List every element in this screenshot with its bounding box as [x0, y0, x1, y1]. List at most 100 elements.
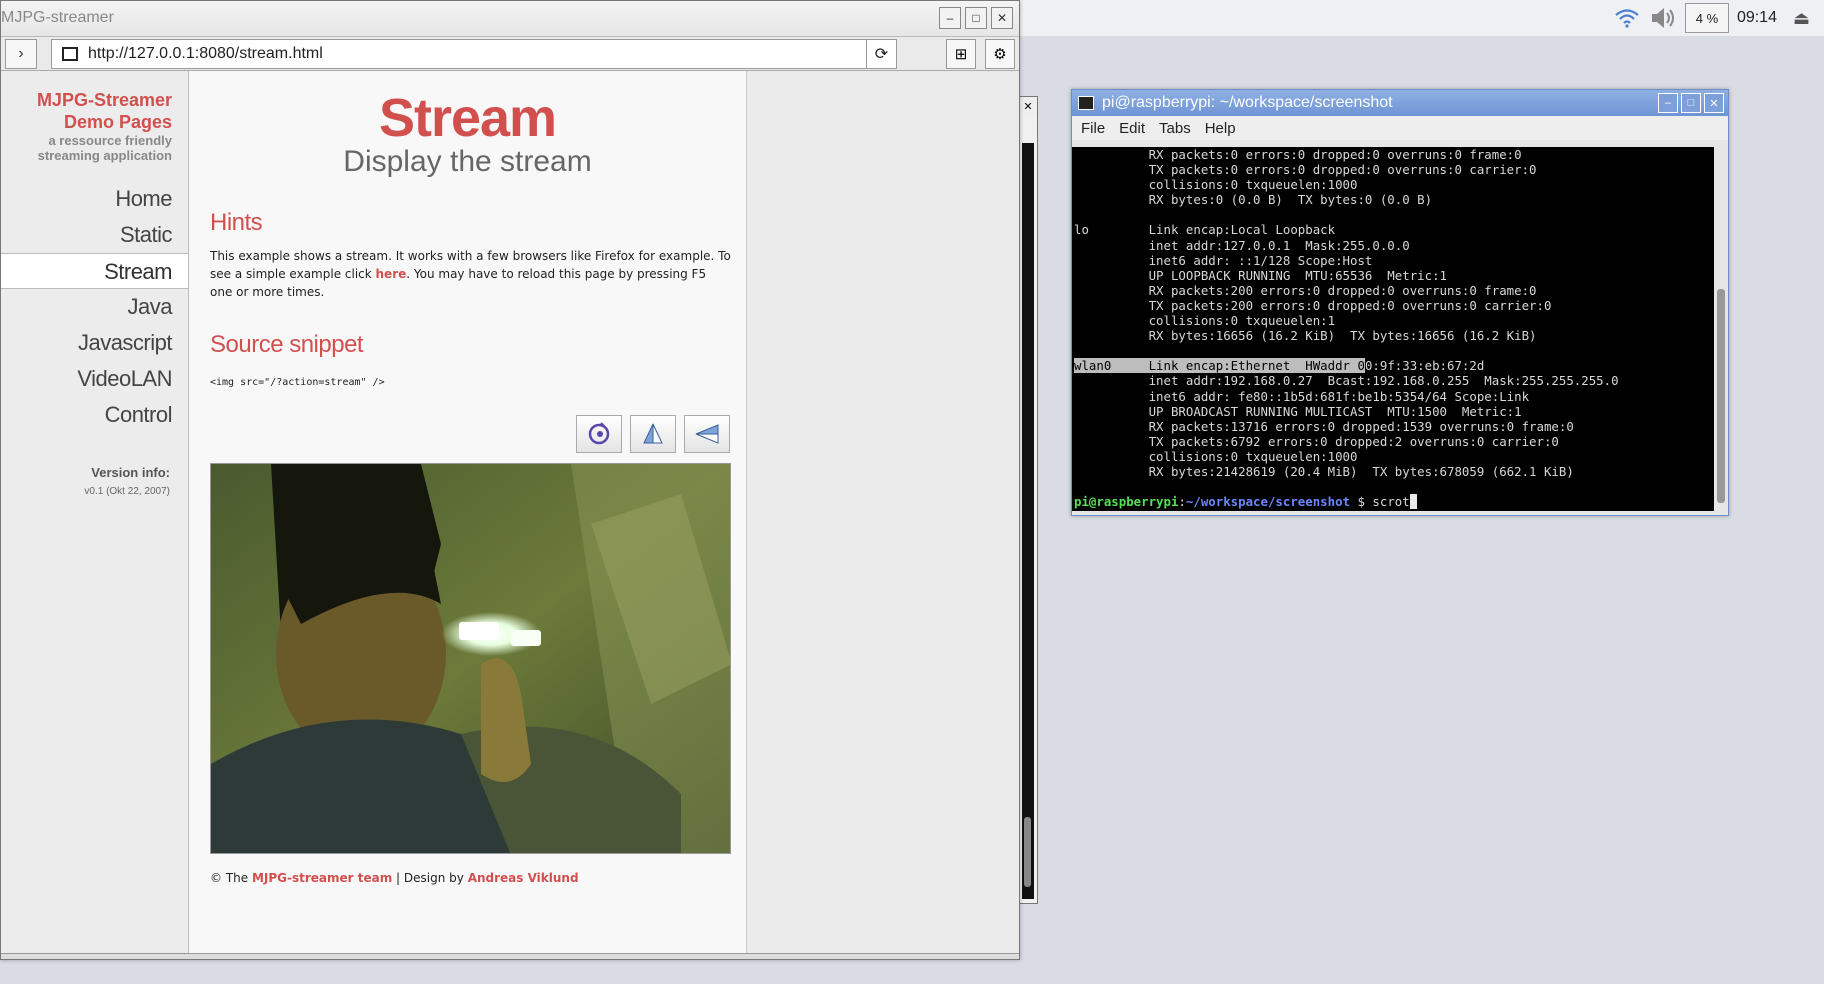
- prompt-path: ~/workspace/screenshot: [1185, 494, 1351, 510]
- wifi-icon[interactable]: [1613, 5, 1641, 31]
- system-tray: 4 % 09:14 ⏏: [1613, 0, 1824, 36]
- menu-file[interactable]: File: [1081, 120, 1105, 137]
- url-text: http://127.0.0.1:8080/stream.html: [88, 45, 323, 62]
- terminal-titlebar[interactable]: pi@raspberrypi: ~/workspace/screenshot –…: [1072, 90, 1728, 116]
- flip-horizontal-icon[interactable]: [684, 415, 730, 453]
- sidebar-item-static[interactable]: Static: [1, 217, 188, 253]
- terminal-lines-before: RX packets:0 errors:0 dropped:0 overruns…: [1074, 147, 1715, 358]
- terminal-line: RX bytes:21428619 (20.4 MiB) TX bytes:67…: [1074, 463, 1574, 479]
- snippet-heading: Source snippet: [210, 331, 364, 358]
- terminal-line: collisions:0 txqueuelen:1000: [1074, 448, 1358, 464]
- terminal-line: RX bytes:0 (0.0 B) TX bytes:0 (0.0 B): [1074, 192, 1433, 208]
- footer-mid: | Design by: [392, 871, 468, 885]
- sidebar-item-stream[interactable]: Stream: [1, 253, 188, 289]
- prompt-separator: :: [1178, 494, 1186, 510]
- cpu-monitor[interactable]: 4 %: [1684, 3, 1729, 33]
- terminal-line: RX packets:200 errors:0 dropped:0 overru…: [1074, 282, 1537, 298]
- browser-titlebar[interactable]: MJPG-streamer – □ ✕: [1, 1, 1019, 37]
- bookmark-add-icon[interactable]: ⊞: [946, 39, 976, 69]
- terminal-menubar: File Edit Tabs Help: [1072, 116, 1728, 140]
- here-link[interactable]: here: [376, 267, 407, 281]
- reload-icon[interactable]: ⟳: [866, 40, 896, 68]
- gear-icon[interactable]: ⚙: [985, 39, 1015, 69]
- clock[interactable]: 09:14: [1737, 9, 1777, 27]
- background-window[interactable]: ✕: [1018, 96, 1038, 904]
- eject-icon[interactable]: ⏏: [1793, 8, 1810, 29]
- terminal-wlan-line: wlan0 Link encap:Ethernet HWaddr 00:9f:3…: [1074, 358, 1715, 374]
- sidebar-item-videolan[interactable]: VideoLAN: [1, 361, 188, 397]
- source-snippet: <img src="/?action=stream" />: [210, 377, 385, 388]
- minimize-button[interactable]: –: [1658, 93, 1678, 113]
- terminal-cursor: [1409, 494, 1418, 510]
- terminal-line: TX packets:200 errors:0 dropped:0 overru…: [1074, 297, 1552, 313]
- terminal-line: collisions:0 txqueuelen:1: [1074, 313, 1336, 329]
- scrollbar-thumb[interactable]: [1717, 289, 1725, 503]
- terminal-prompt-line: pi@raspberrypi:~/workspace/screenshot $ …: [1074, 494, 1715, 510]
- terminal-line: inet addr:192.168.0.27 Bcast:192.168.0.2…: [1074, 373, 1619, 389]
- terminal-line: RX bytes:16656 (16.2 KiB) TX bytes:16656…: [1074, 328, 1537, 344]
- menu-tabs[interactable]: Tabs: [1159, 120, 1191, 137]
- sidebar-item-control[interactable]: Control: [1, 397, 188, 433]
- version-label: Version info:: [91, 465, 170, 480]
- minimize-button[interactable]: –: [939, 7, 961, 29]
- designer-link[interactable]: Andreas Viklund: [468, 871, 579, 885]
- web-page: MJPG-Streamer Demo Pages a ressource fri…: [1, 71, 1019, 957]
- chevron-right-icon[interactable]: ›: [5, 39, 37, 69]
- close-icon[interactable]: ✕: [1019, 97, 1037, 115]
- terminal-line: TX packets:6792 errors:0 dropped:2 overr…: [1074, 433, 1559, 449]
- terminal-line: collisions:0 txqueuelen:1000: [1074, 177, 1358, 193]
- terminal-line: UP LOOPBACK RUNNING MTU:65536 Metric:1: [1074, 267, 1447, 283]
- terminal-line: RX packets:13716 errors:0 dropped:1539 o…: [1074, 418, 1574, 434]
- terminal-line: UP BROADCAST RUNNING MULTICAST MTU:1500 …: [1074, 403, 1522, 419]
- brand-line-2: Demo Pages: [63, 112, 172, 132]
- sidebar: MJPG-Streamer Demo Pages a ressource fri…: [1, 71, 189, 957]
- close-button[interactable]: ✕: [991, 7, 1013, 29]
- terminal-scrollbar[interactable]: [1714, 147, 1728, 511]
- maximize-button[interactable]: □: [1681, 93, 1701, 113]
- main-content: Stream Display the stream Hints This exa…: [189, 71, 747, 957]
- image-toolbar: [576, 415, 730, 453]
- terminal-title: pi@raspberrypi: ~/workspace/screenshot: [1102, 94, 1393, 111]
- maximize-button[interactable]: □: [965, 7, 987, 29]
- taskbar: 4 % 09:14 ⏏: [1020, 0, 1824, 36]
- window-title: MJPG-streamer: [1, 9, 114, 26]
- tagline: a ressource friendly streaming applicati…: [1, 133, 188, 163]
- close-button[interactable]: ✕: [1704, 93, 1724, 113]
- terminal-selection: wlan0 Link encap:Ethernet HWaddr 0: [1074, 358, 1365, 374]
- terminal-wlan-rest: 0:9f:33:eb:67:2d: [1364, 358, 1485, 374]
- terminal-line: inet6 addr: ::1/128 Scope:Host: [1074, 252, 1373, 268]
- footer-prefix: © The: [210, 871, 252, 885]
- scrollbar[interactable]: [1024, 817, 1031, 887]
- brand: MJPG-Streamer Demo Pages: [1, 71, 188, 133]
- video-stream: [210, 463, 731, 854]
- terminal-lines-after: inet addr:192.168.0.27 Bcast:192.168.0.2…: [1074, 373, 1715, 494]
- address-bar[interactable]: http://127.0.0.1:8080/stream.html ⟳: [51, 39, 897, 69]
- terminal-line: inet addr:127.0.0.1 Mask:255.0.0.0: [1074, 237, 1410, 253]
- terminal-line: inet6 addr: fe80::1b5d:681f:be1b:5354/64…: [1074, 388, 1530, 404]
- background-window-content: [1022, 143, 1034, 899]
- flip-vertical-icon[interactable]: [630, 415, 676, 453]
- terminal-output[interactable]: RX packets:0 errors:0 dropped:0 overruns…: [1072, 147, 1715, 511]
- sidebar-item-java[interactable]: Java: [1, 289, 188, 325]
- sidebar-item-home[interactable]: Home: [1, 181, 188, 217]
- menu-help[interactable]: Help: [1205, 120, 1236, 137]
- terminal-line: RX packets:0 errors:0 dropped:0 overruns…: [1074, 147, 1522, 162]
- volume-icon[interactable]: [1649, 5, 1677, 31]
- favicon-icon: [62, 47, 78, 61]
- menu-edit[interactable]: Edit: [1119, 120, 1145, 137]
- version-value: v0.1 (Okt 22, 2007): [84, 486, 170, 497]
- prompt-dollar: $: [1350, 494, 1373, 510]
- terminal-icon: [1078, 96, 1094, 110]
- rotate-icon[interactable]: [576, 415, 622, 453]
- prompt-user: pi@raspberrypi: [1074, 494, 1179, 510]
- brand-line-1: MJPG-Streamer: [36, 90, 172, 110]
- terminal-command: scrot: [1372, 494, 1410, 510]
- page-title: Stream: [378, 88, 557, 148]
- sidebar-menu: Home Static Stream Java Javascript Video…: [1, 181, 188, 433]
- url-toolbar: › http://127.0.0.1:8080/stream.html ⟳ ⊞ …: [1, 37, 1019, 71]
- sidebar-item-javascript[interactable]: Javascript: [1, 325, 188, 361]
- team-link[interactable]: MJPG-streamer team: [252, 871, 392, 885]
- terminal-line: TX packets:0 errors:0 dropped:0 overruns…: [1074, 162, 1537, 178]
